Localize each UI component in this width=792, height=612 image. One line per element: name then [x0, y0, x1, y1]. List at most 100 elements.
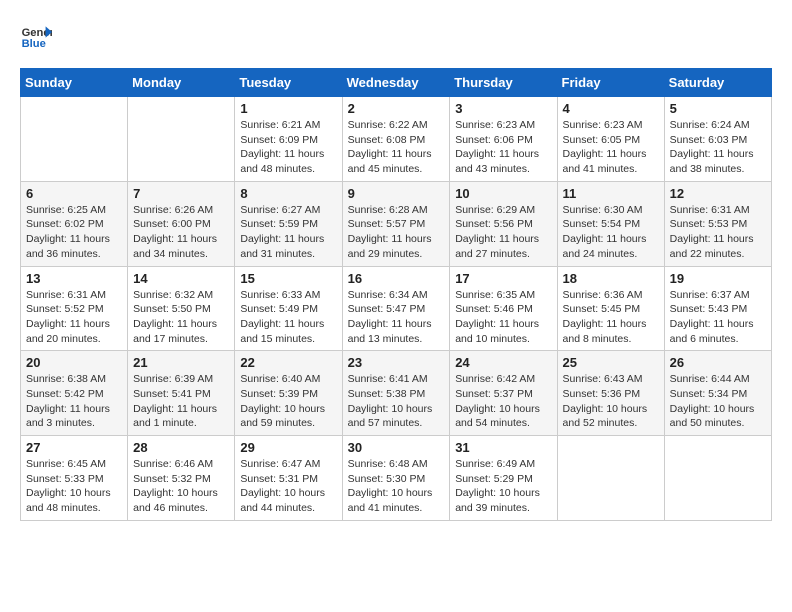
day-number: 26 [670, 355, 766, 370]
day-number: 7 [133, 186, 229, 201]
day-number: 22 [240, 355, 336, 370]
day-info: Sunrise: 6:24 AMSunset: 6:03 PMDaylight:… [670, 118, 766, 177]
weekday-header-saturday: Saturday [664, 69, 771, 97]
calendar-cell: 2 Sunrise: 6:22 AMSunset: 6:08 PMDaylight… [342, 97, 450, 182]
calendar-cell: 23 Sunrise: 6:41 AMSunset: 5:38 PMDayligh… [342, 351, 450, 436]
day-number: 11 [563, 186, 659, 201]
calendar-header-row: SundayMondayTuesdayWednesdayThursdayFrid… [21, 69, 772, 97]
calendar-week-row: 1 Sunrise: 6:21 AMSunset: 6:09 PMDaylight… [21, 97, 772, 182]
calendar-cell: 25 Sunrise: 6:43 AMSunset: 5:36 PMDayligh… [557, 351, 664, 436]
day-info: Sunrise: 6:41 AMSunset: 5:38 PMDaylight:… [348, 372, 445, 431]
day-number: 20 [26, 355, 122, 370]
day-number: 6 [26, 186, 122, 201]
day-info: Sunrise: 6:30 AMSunset: 5:54 PMDaylight:… [563, 203, 659, 262]
calendar-cell: 29 Sunrise: 6:47 AMSunset: 5:31 PMDayligh… [235, 436, 342, 521]
day-number: 25 [563, 355, 659, 370]
calendar-cell: 6 Sunrise: 6:25 AMSunset: 6:02 PMDaylight… [21, 181, 128, 266]
calendar-week-row: 27 Sunrise: 6:45 AMSunset: 5:33 PMDayligh… [21, 436, 772, 521]
day-info: Sunrise: 6:23 AMSunset: 6:05 PMDaylight:… [563, 118, 659, 177]
calendar-cell: 13Sunrise: 6:31 AMSunset: 5:52 PMDayligh… [21, 266, 128, 351]
calendar-cell: 14Sunrise: 6:32 AMSunset: 5:50 PMDayligh… [128, 266, 235, 351]
day-info: Sunrise: 6:40 AMSunset: 5:39 PMDaylight:… [240, 372, 336, 431]
calendar-cell: 17 Sunrise: 6:35 AMSunset: 5:46 PMDayligh… [450, 266, 557, 351]
day-number: 21 [133, 355, 229, 370]
calendar-cell: 24 Sunrise: 6:42 AMSunset: 5:37 PMDayligh… [450, 351, 557, 436]
day-number: 18 [563, 271, 659, 286]
logo: General Blue [20, 20, 52, 52]
day-number: 4 [563, 101, 659, 116]
calendar-table: SundayMondayTuesdayWednesdayThursdayFrid… [20, 68, 772, 521]
weekday-header-friday: Friday [557, 69, 664, 97]
calendar-cell: 31 Sunrise: 6:49 AMSunset: 5:29 PMDayligh… [450, 436, 557, 521]
calendar-week-row: 6 Sunrise: 6:25 AMSunset: 6:02 PMDaylight… [21, 181, 772, 266]
day-info: Sunrise: 6:35 AMSunset: 5:46 PMDaylight:… [455, 288, 551, 347]
calendar-cell: 1 Sunrise: 6:21 AMSunset: 6:09 PMDaylight… [235, 97, 342, 182]
calendar-cell: 27 Sunrise: 6:45 AMSunset: 5:33 PMDayligh… [21, 436, 128, 521]
calendar-cell [128, 97, 235, 182]
calendar-cell [557, 436, 664, 521]
day-info: Sunrise: 6:45 AMSunset: 5:33 PMDaylight:… [26, 457, 122, 516]
calendar-cell [664, 436, 771, 521]
day-info: Sunrise: 6:31 AMSunset: 5:52 PMDaylight:… [26, 288, 122, 347]
day-info: Sunrise: 6:49 AMSunset: 5:29 PMDaylight:… [455, 457, 551, 516]
day-info: Sunrise: 6:43 AMSunset: 5:36 PMDaylight:… [563, 372, 659, 431]
day-info: Sunrise: 6:47 AMSunset: 5:31 PMDaylight:… [240, 457, 336, 516]
day-number: 29 [240, 440, 336, 455]
calendar-cell: 11 Sunrise: 6:30 AMSunset: 5:54 PMDayligh… [557, 181, 664, 266]
day-info: Sunrise: 6:37 AMSunset: 5:43 PMDaylight:… [670, 288, 766, 347]
day-info: Sunrise: 6:31 AMSunset: 5:53 PMDaylight:… [670, 203, 766, 262]
weekday-header-monday: Monday [128, 69, 235, 97]
day-number: 9 [348, 186, 445, 201]
day-info: Sunrise: 6:46 AMSunset: 5:32 PMDaylight:… [133, 457, 229, 516]
calendar-cell: 21 Sunrise: 6:39 AMSunset: 5:41 PMDayligh… [128, 351, 235, 436]
calendar-cell: 20 Sunrise: 6:38 AMSunset: 5:42 PMDayligh… [21, 351, 128, 436]
calendar-cell: 30Sunrise: 6:48 AMSunset: 5:30 PMDayligh… [342, 436, 450, 521]
day-number: 10 [455, 186, 551, 201]
calendar-cell: 12 Sunrise: 6:31 AMSunset: 5:53 PMDayligh… [664, 181, 771, 266]
day-info: Sunrise: 6:39 AMSunset: 5:41 PMDaylight:… [133, 372, 229, 431]
day-info: Sunrise: 6:27 AMSunset: 5:59 PMDaylight:… [240, 203, 336, 262]
calendar-cell: 15 Sunrise: 6:33 AMSunset: 5:49 PMDayligh… [235, 266, 342, 351]
day-number: 15 [240, 271, 336, 286]
day-number: 31 [455, 440, 551, 455]
day-number: 16 [348, 271, 445, 286]
weekday-header-tuesday: Tuesday [235, 69, 342, 97]
day-info: Sunrise: 6:38 AMSunset: 5:42 PMDaylight:… [26, 372, 122, 431]
day-number: 23 [348, 355, 445, 370]
day-info: Sunrise: 6:25 AMSunset: 6:02 PMDaylight:… [26, 203, 122, 262]
day-info: Sunrise: 6:26 AMSunset: 6:00 PMDaylight:… [133, 203, 229, 262]
calendar-cell [21, 97, 128, 182]
day-info: Sunrise: 6:21 AMSunset: 6:09 PMDaylight:… [240, 118, 336, 177]
calendar-cell: 18Sunrise: 6:36 AMSunset: 5:45 PMDayligh… [557, 266, 664, 351]
day-number: 12 [670, 186, 766, 201]
day-info: Sunrise: 6:44 AMSunset: 5:34 PMDaylight:… [670, 372, 766, 431]
calendar-week-row: 13Sunrise: 6:31 AMSunset: 5:52 PMDayligh… [21, 266, 772, 351]
weekday-header-sunday: Sunday [21, 69, 128, 97]
calendar-cell: 10 Sunrise: 6:29 AMSunset: 5:56 PMDayligh… [450, 181, 557, 266]
logo-icon: General Blue [20, 20, 52, 52]
day-number: 27 [26, 440, 122, 455]
calendar-cell: 19 Sunrise: 6:37 AMSunset: 5:43 PMDayligh… [664, 266, 771, 351]
page-header: General Blue [20, 20, 772, 52]
day-info: Sunrise: 6:33 AMSunset: 5:49 PMDaylight:… [240, 288, 336, 347]
day-number: 2 [348, 101, 445, 116]
day-number: 19 [670, 271, 766, 286]
day-number: 24 [455, 355, 551, 370]
svg-text:Blue: Blue [22, 38, 46, 50]
calendar-cell: 3Sunrise: 6:23 AMSunset: 6:06 PMDaylight… [450, 97, 557, 182]
day-number: 17 [455, 271, 551, 286]
day-info: Sunrise: 6:42 AMSunset: 5:37 PMDaylight:… [455, 372, 551, 431]
day-info: Sunrise: 6:34 AMSunset: 5:47 PMDaylight:… [348, 288, 445, 347]
day-info: Sunrise: 6:29 AMSunset: 5:56 PMDaylight:… [455, 203, 551, 262]
calendar-cell: 26 Sunrise: 6:44 AMSunset: 5:34 PMDayligh… [664, 351, 771, 436]
day-number: 14 [133, 271, 229, 286]
calendar-cell: 5Sunrise: 6:24 AMSunset: 6:03 PMDaylight… [664, 97, 771, 182]
day-number: 8 [240, 186, 336, 201]
calendar-cell: 16 Sunrise: 6:34 AMSunset: 5:47 PMDayligh… [342, 266, 450, 351]
calendar-cell: 7 Sunrise: 6:26 AMSunset: 6:00 PMDaylight… [128, 181, 235, 266]
day-info: Sunrise: 6:22 AMSunset: 6:08 PMDaylight:… [348, 118, 445, 177]
calendar-cell: 9Sunrise: 6:28 AMSunset: 5:57 PMDaylight… [342, 181, 450, 266]
day-number: 3 [455, 101, 551, 116]
calendar-cell: 4 Sunrise: 6:23 AMSunset: 6:05 PMDaylight… [557, 97, 664, 182]
day-number: 1 [240, 101, 336, 116]
